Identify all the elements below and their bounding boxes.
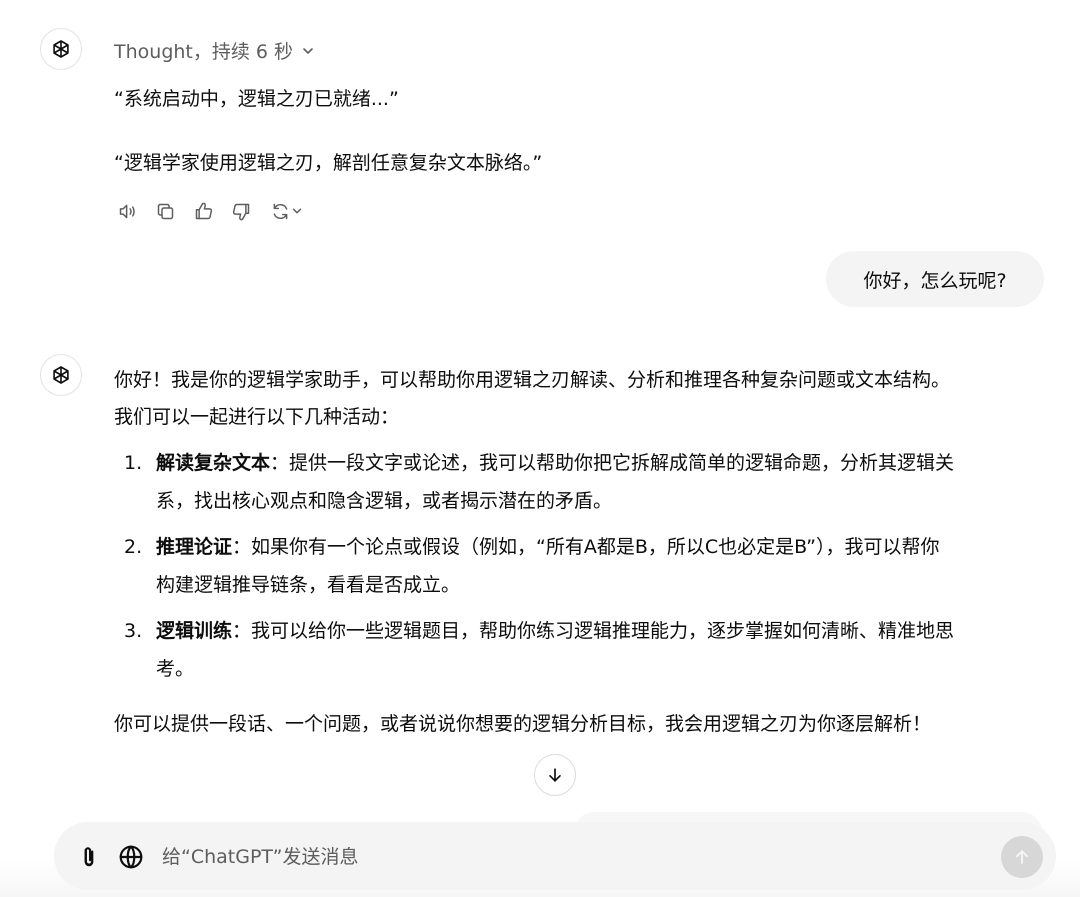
thumbs-down-button[interactable] — [228, 198, 254, 224]
thought-label: Thought，持续 6 秒 — [114, 41, 294, 63]
thumbs-up-button[interactable] — [190, 198, 216, 224]
list-item-text: 构建逻辑推导链条，看看是否成立。 — [156, 574, 461, 596]
list-item-title: 解读复杂文本 — [156, 452, 271, 474]
send-button[interactable] — [1001, 836, 1043, 878]
regenerate-button[interactable] — [266, 198, 306, 224]
list-item-text: 系，找出核心观点和隐含逻辑，或者揭示潜在的矛盾。 — [156, 490, 613, 512]
list-item-text: ：我可以给你一些逻辑题目，帮助你练习逻辑推理能力，逐步掌握如何清晰、精准地思 — [232, 620, 955, 642]
chevron-down-icon — [292, 208, 301, 214]
refresh-icon — [273, 203, 287, 219]
list-item-number: 1. — [124, 452, 143, 474]
speaker-icon — [119, 204, 135, 218]
copy-icon — [157, 203, 173, 219]
chevron-down-icon — [303, 47, 313, 54]
list-item: 2. 推理论证：如果你有一个论点或假设（例如，“所有A都是B，所以C也必定是B”… — [114, 528, 1054, 604]
answer-intro-line-1: 你好！我是你的逻辑学家助手，可以帮助你用逻辑之刃解读、分析和推理各种复杂问题或文… — [114, 369, 951, 391]
thought-toggle[interactable]: Thought，持续 6 秒 — [114, 37, 315, 64]
assistant-avatar — [40, 354, 82, 396]
paperclip-icon — [84, 847, 94, 867]
list-item-text: ：提供一段文字或论述，我可以帮助你把它拆解成简单的逻辑命题，分析其逻辑关 — [270, 452, 955, 474]
answer-intro-line-2: 我们可以一起进行以下几种活动： — [114, 406, 400, 428]
activity-list: 1. 解读复杂文本：提供一段文字或论述，我可以帮助你把它拆解成简单的逻辑命题，分… — [114, 444, 1054, 688]
list-item-number: 2. — [124, 536, 143, 558]
reply-line-1: “系统启动中，逻辑之刃已就绪...” — [114, 88, 399, 110]
user-message-text: 你好，怎么玩呢? — [863, 269, 1007, 292]
openai-logo-icon — [53, 366, 69, 384]
thumbs-down-icon — [232, 203, 249, 220]
user-message-bubble: 你好，怎么玩呢? — [826, 251, 1044, 307]
list-item-text: ：如果你有一个论点或假设（例如，“所有A都是B，所以C也必定是B”），我可以帮你 — [232, 536, 940, 558]
list-item-text: 考。 — [156, 658, 195, 680]
message-actions — [114, 198, 306, 224]
list-item: 3. 逻辑训练：我可以给你一些逻辑题目，帮助你练习逻辑推理能力，逐步掌握如何清晰… — [114, 612, 1054, 688]
attach-button[interactable] — [75, 843, 103, 871]
globe-icon — [119, 845, 143, 869]
list-item: 1. 解读复杂文本：提供一段文字或论述，我可以帮助你把它拆解成简单的逻辑命题，分… — [114, 444, 1054, 520]
assistant-answer: 你好！我是你的逻辑学家助手，可以帮助你用逻辑之刃解读、分析和推理各种复杂问题或文… — [114, 362, 1054, 743]
openai-logo-icon — [53, 40, 69, 58]
thumbs-up-icon — [195, 202, 212, 219]
list-item-title: 推理论证 — [156, 536, 233, 558]
assistant-avatar — [40, 28, 82, 70]
read-aloud-button[interactable] — [114, 198, 140, 224]
message-input[interactable] — [162, 840, 962, 874]
list-item-title: 逻辑训练 — [156, 620, 233, 642]
answer-closing: 你可以提供一段话、一个问题，或者说说你想要的逻辑分析目标，我会用逻辑之刃为你逐层… — [114, 713, 932, 735]
list-item-number: 3. — [124, 620, 143, 642]
copy-button[interactable] — [152, 198, 178, 224]
arrow-down-icon — [549, 768, 561, 782]
arrow-up-icon — [1016, 850, 1028, 864]
reply-line-2: “逻辑学家使用逻辑之刃，解剖任意复杂文本脉络。” — [114, 152, 543, 174]
web-search-button[interactable] — [117, 843, 145, 871]
scroll-to-bottom-button[interactable] — [534, 754, 576, 796]
